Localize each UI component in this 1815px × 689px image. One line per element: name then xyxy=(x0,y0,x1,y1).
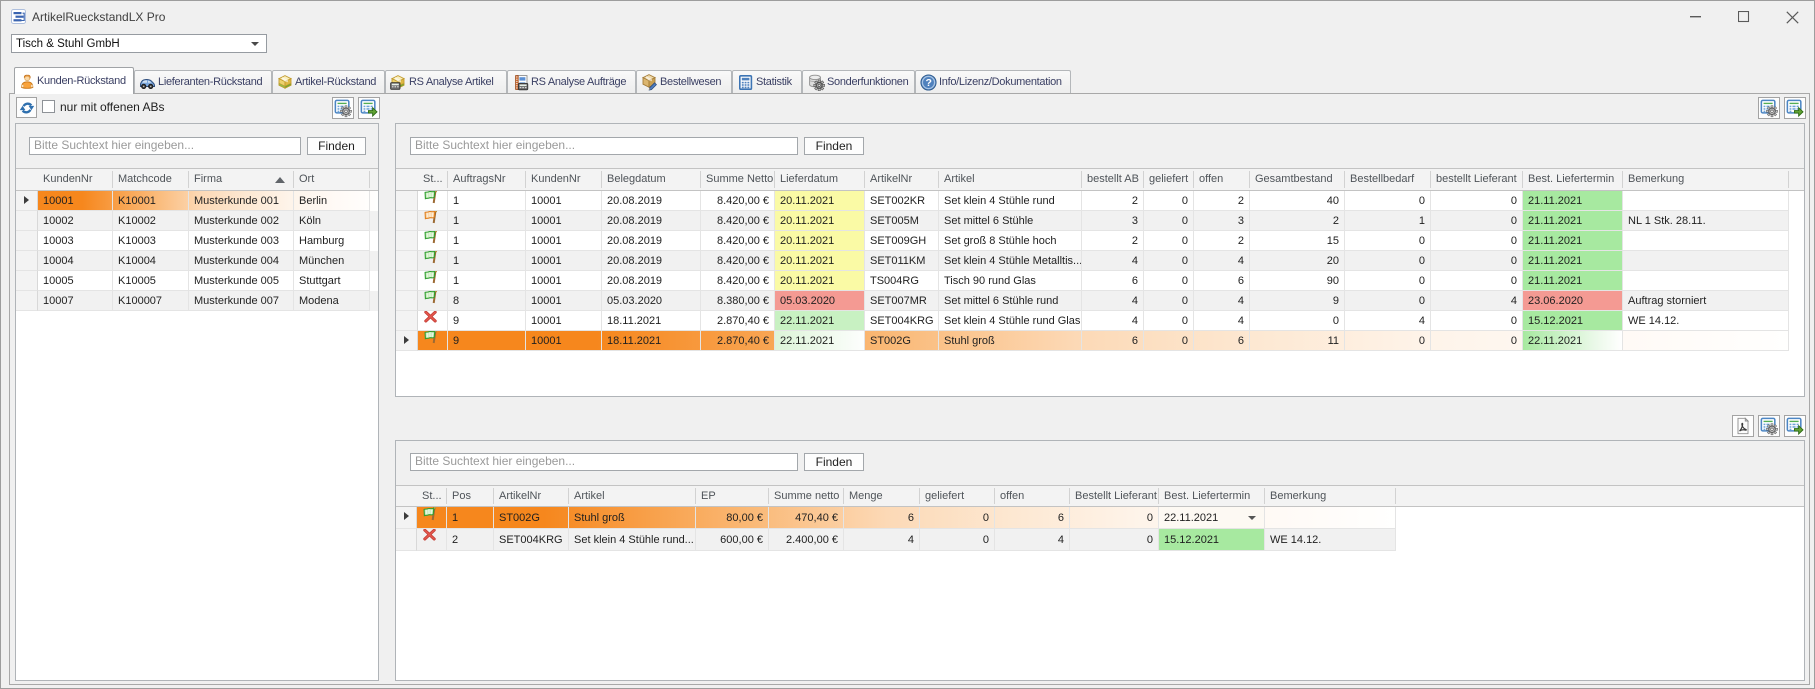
svg-text:?: ? xyxy=(925,77,931,89)
